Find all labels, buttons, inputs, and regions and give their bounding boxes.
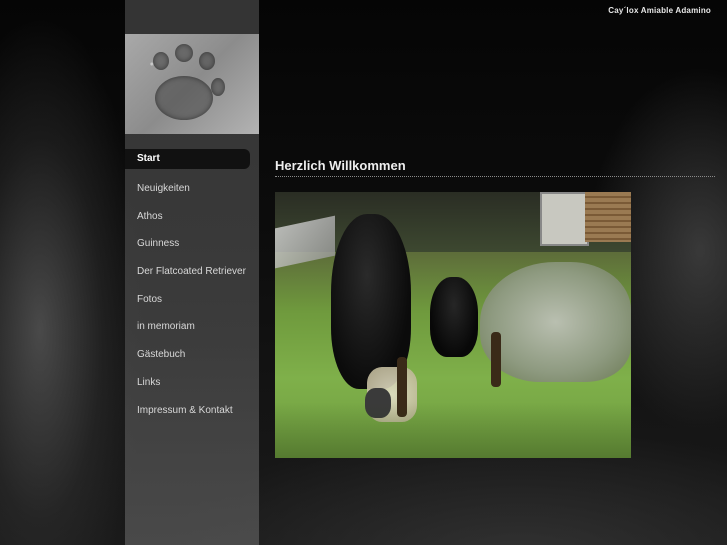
nav-item-neuigkeiten[interactable]: Neuigkeiten [125, 175, 259, 203]
main-nav: Start Neuigkeiten Athos Guinness Der Fla… [125, 148, 259, 424]
nav-item-impressum-kontakt[interactable]: Impressum & Kontakt [125, 397, 259, 425]
nav-item-guinness[interactable]: Guinness [125, 230, 259, 258]
site-brand: Cay´lox Amiable Adamino [608, 6, 711, 15]
nav-item-start[interactable]: Start [125, 149, 250, 169]
dogs-photo [275, 192, 631, 458]
title-divider [275, 176, 715, 177]
nav-item-gaestebuch[interactable]: Gästebuch [125, 341, 259, 369]
nav-item-links[interactable]: Links [125, 369, 259, 397]
nav-item-fotos[interactable]: Fotos [125, 286, 259, 314]
nav-item-athos[interactable]: Athos [125, 203, 259, 231]
nav-item-flatcoated-retriever[interactable]: Der Flatcoated Retriever [125, 258, 259, 286]
page-title: Herzlich Willkommen [275, 158, 406, 173]
paw-print-icon [125, 34, 259, 134]
nav-item-in-memoriam[interactable]: in memoriam [125, 313, 259, 341]
